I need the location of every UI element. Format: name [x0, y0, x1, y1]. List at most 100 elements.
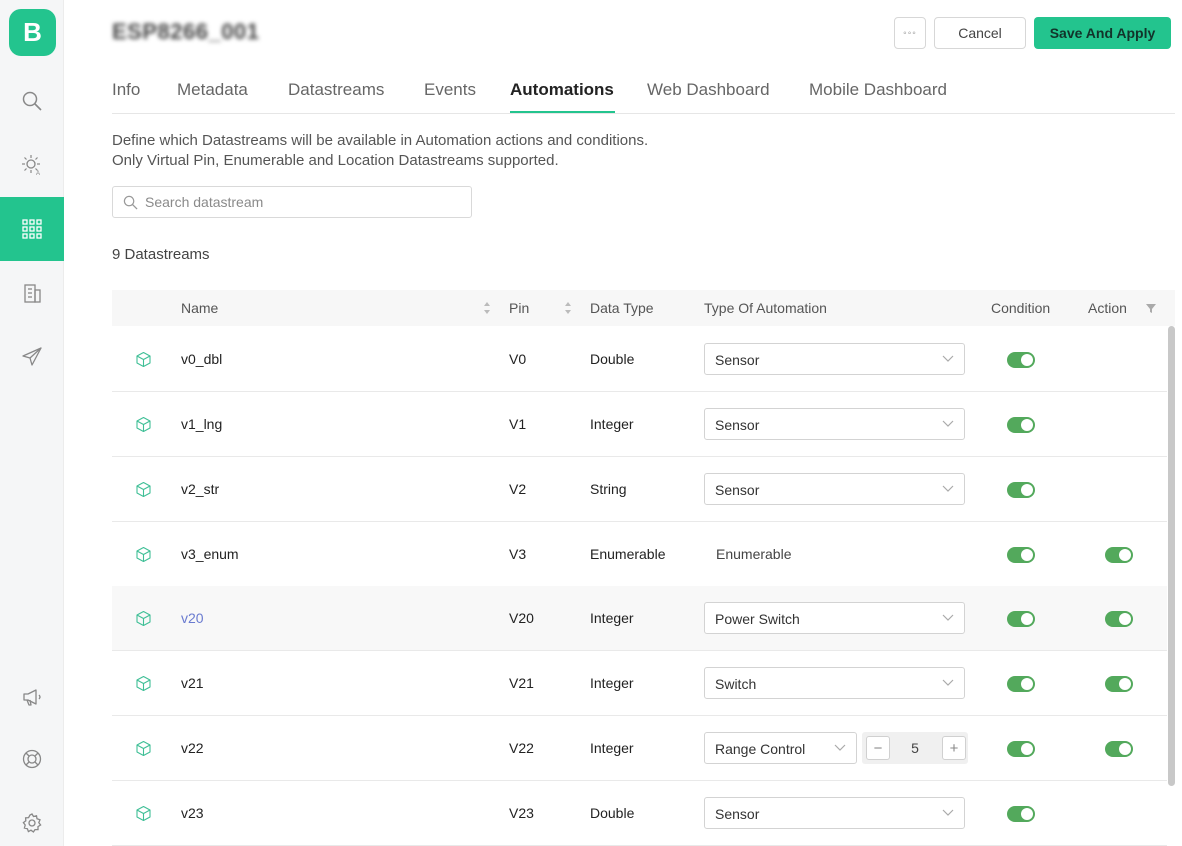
tab-metadata[interactable]: Metadata [177, 80, 248, 100]
action-toggle[interactable] [1105, 676, 1133, 692]
save-and-apply-button[interactable]: Save And Apply [1034, 17, 1171, 49]
datastream-name[interactable]: v1_lng [181, 416, 222, 432]
scrollbar[interactable] [1168, 326, 1175, 786]
gear-icon [22, 813, 42, 833]
automation-type-text: Enumerable [716, 546, 792, 562]
column-header-pin[interactable]: Pin [509, 300, 529, 316]
action-toggle[interactable] [1105, 547, 1133, 563]
decrement-button[interactable]: − [866, 736, 890, 760]
tab-mobile-dashboard[interactable]: Mobile Dashboard [809, 80, 947, 100]
column-header-type-of-automation: Type Of Automation [704, 300, 827, 316]
filter-icon[interactable] [1146, 304, 1156, 313]
datastream-name[interactable]: v3_enum [181, 546, 239, 562]
tab-info[interactable]: Info [112, 80, 140, 100]
table-row[interactable]: v2_str V2 String Sensor [112, 457, 1167, 522]
datastream-pin: V1 [509, 416, 527, 432]
condition-toggle[interactable] [1007, 352, 1035, 368]
sidebar-item-organizations[interactable] [0, 261, 64, 325]
chevron-down-icon [942, 809, 954, 816]
datastream-data-type: Double [590, 805, 635, 821]
sort-icon[interactable] [564, 301, 572, 315]
datastream-pin: V23 [509, 805, 534, 821]
table-row[interactable]: v20 V20 Integer Power Switch [112, 586, 1167, 651]
sidebar-item-announcements[interactable] [0, 665, 64, 729]
automation-type-value: Sensor [715, 482, 760, 498]
automation-type-select[interactable]: Sensor [704, 797, 965, 829]
datastream-data-type: Integer [590, 610, 634, 626]
datastream-cube-icon [136, 546, 151, 563]
chevron-down-icon [942, 679, 954, 686]
datastream-pin: V2 [509, 481, 527, 497]
search-input[interactable] [145, 187, 465, 217]
table-row[interactable]: v1_lng V1 Integer Sensor [112, 392, 1167, 457]
datastream-data-type: Enumerable [590, 546, 666, 562]
building-icon [24, 284, 41, 303]
sort-icon[interactable] [483, 301, 491, 315]
sidebar-item-templates[interactable] [0, 197, 64, 261]
condition-toggle[interactable] [1007, 482, 1035, 498]
chevron-down-icon [942, 355, 954, 362]
increment-button[interactable]: + [942, 736, 966, 760]
automation-type-select[interactable]: Range Control [704, 732, 857, 764]
condition-toggle[interactable] [1007, 417, 1035, 433]
automation-type-value: Range Control [715, 741, 806, 757]
svg-text:A: A [36, 171, 40, 176]
cancel-button[interactable]: Cancel [934, 17, 1026, 49]
datastream-cube-icon [136, 805, 151, 822]
datastream-name[interactable]: v21 [181, 675, 204, 691]
tab-datastreams[interactable]: Datastreams [288, 80, 384, 100]
condition-toggle[interactable] [1007, 676, 1035, 692]
column-header-name[interactable]: Name [181, 300, 218, 316]
datastream-name[interactable]: v0_dbl [181, 351, 222, 367]
condition-toggle[interactable] [1007, 741, 1035, 757]
condition-toggle[interactable] [1007, 806, 1035, 822]
table-row[interactable]: v23 V23 Double Sensor [112, 781, 1167, 846]
blynk-logo[interactable]: B [9, 9, 56, 56]
datastream-name[interactable]: v22 [181, 740, 204, 756]
datastream-cube-icon [136, 351, 151, 368]
sidebar-item-search[interactable] [0, 69, 64, 133]
datastream-pin: V0 [509, 351, 527, 367]
automation-type-value: Sensor [715, 417, 760, 433]
datastream-name[interactable]: v20 [181, 610, 204, 626]
table-row[interactable]: v3_enum V3 Enumerable Enumerable [112, 522, 1167, 587]
action-toggle[interactable] [1105, 611, 1133, 627]
tab-events[interactable]: Events [424, 80, 476, 100]
table-row[interactable]: v21 V21 Integer Switch [112, 651, 1167, 716]
more-options-button[interactable]: ◦◦◦ [894, 17, 926, 49]
datastream-data-type: Integer [590, 416, 634, 432]
action-toggle[interactable] [1105, 741, 1133, 757]
automation-type-select[interactable]: Power Switch [704, 602, 965, 634]
description-line-1: Define which Datastreams will be availab… [112, 132, 649, 149]
datastream-pin: V3 [509, 546, 527, 562]
datastream-data-type: Double [590, 351, 635, 367]
datastream-pin: V20 [509, 610, 534, 626]
datastream-cube-icon [136, 675, 151, 692]
tab-automations[interactable]: Automations [510, 80, 614, 100]
tab-web-dashboard[interactable]: Web Dashboard [647, 80, 770, 100]
sidebar-item-messages[interactable] [0, 325, 64, 389]
condition-toggle[interactable] [1007, 547, 1035, 563]
tab-bar: Info Metadata Datastreams Events Automat… [112, 72, 1175, 114]
sidebar-item-automations-sun[interactable]: A [0, 133, 64, 197]
automation-type-value: Sensor [715, 352, 760, 368]
sidebar: B A [0, 0, 64, 846]
apps-grid-icon [22, 219, 42, 239]
datastream-name[interactable]: v23 [181, 805, 204, 821]
datastream-data-type: String [590, 481, 627, 497]
chevron-down-icon [942, 485, 954, 492]
search-icon [22, 91, 42, 111]
condition-toggle[interactable] [1007, 611, 1035, 627]
automation-type-select[interactable]: Sensor [704, 473, 965, 505]
table-row[interactable]: v0_dbl V0 Double Sensor [112, 327, 1167, 392]
automation-type-select[interactable]: Sensor [704, 408, 965, 440]
automation-type-value: Switch [715, 676, 757, 692]
table-row[interactable]: v22 V22 Integer Range Control −5 + [112, 716, 1167, 781]
automation-type-select[interactable]: Sensor [704, 343, 965, 375]
search-icon [123, 195, 138, 210]
sidebar-item-settings[interactable] [0, 791, 64, 846]
step-value[interactable]: 5 [898, 740, 932, 756]
datastream-name[interactable]: v2_str [181, 481, 219, 497]
sidebar-item-help[interactable] [0, 727, 64, 791]
automation-type-select[interactable]: Switch [704, 667, 965, 699]
